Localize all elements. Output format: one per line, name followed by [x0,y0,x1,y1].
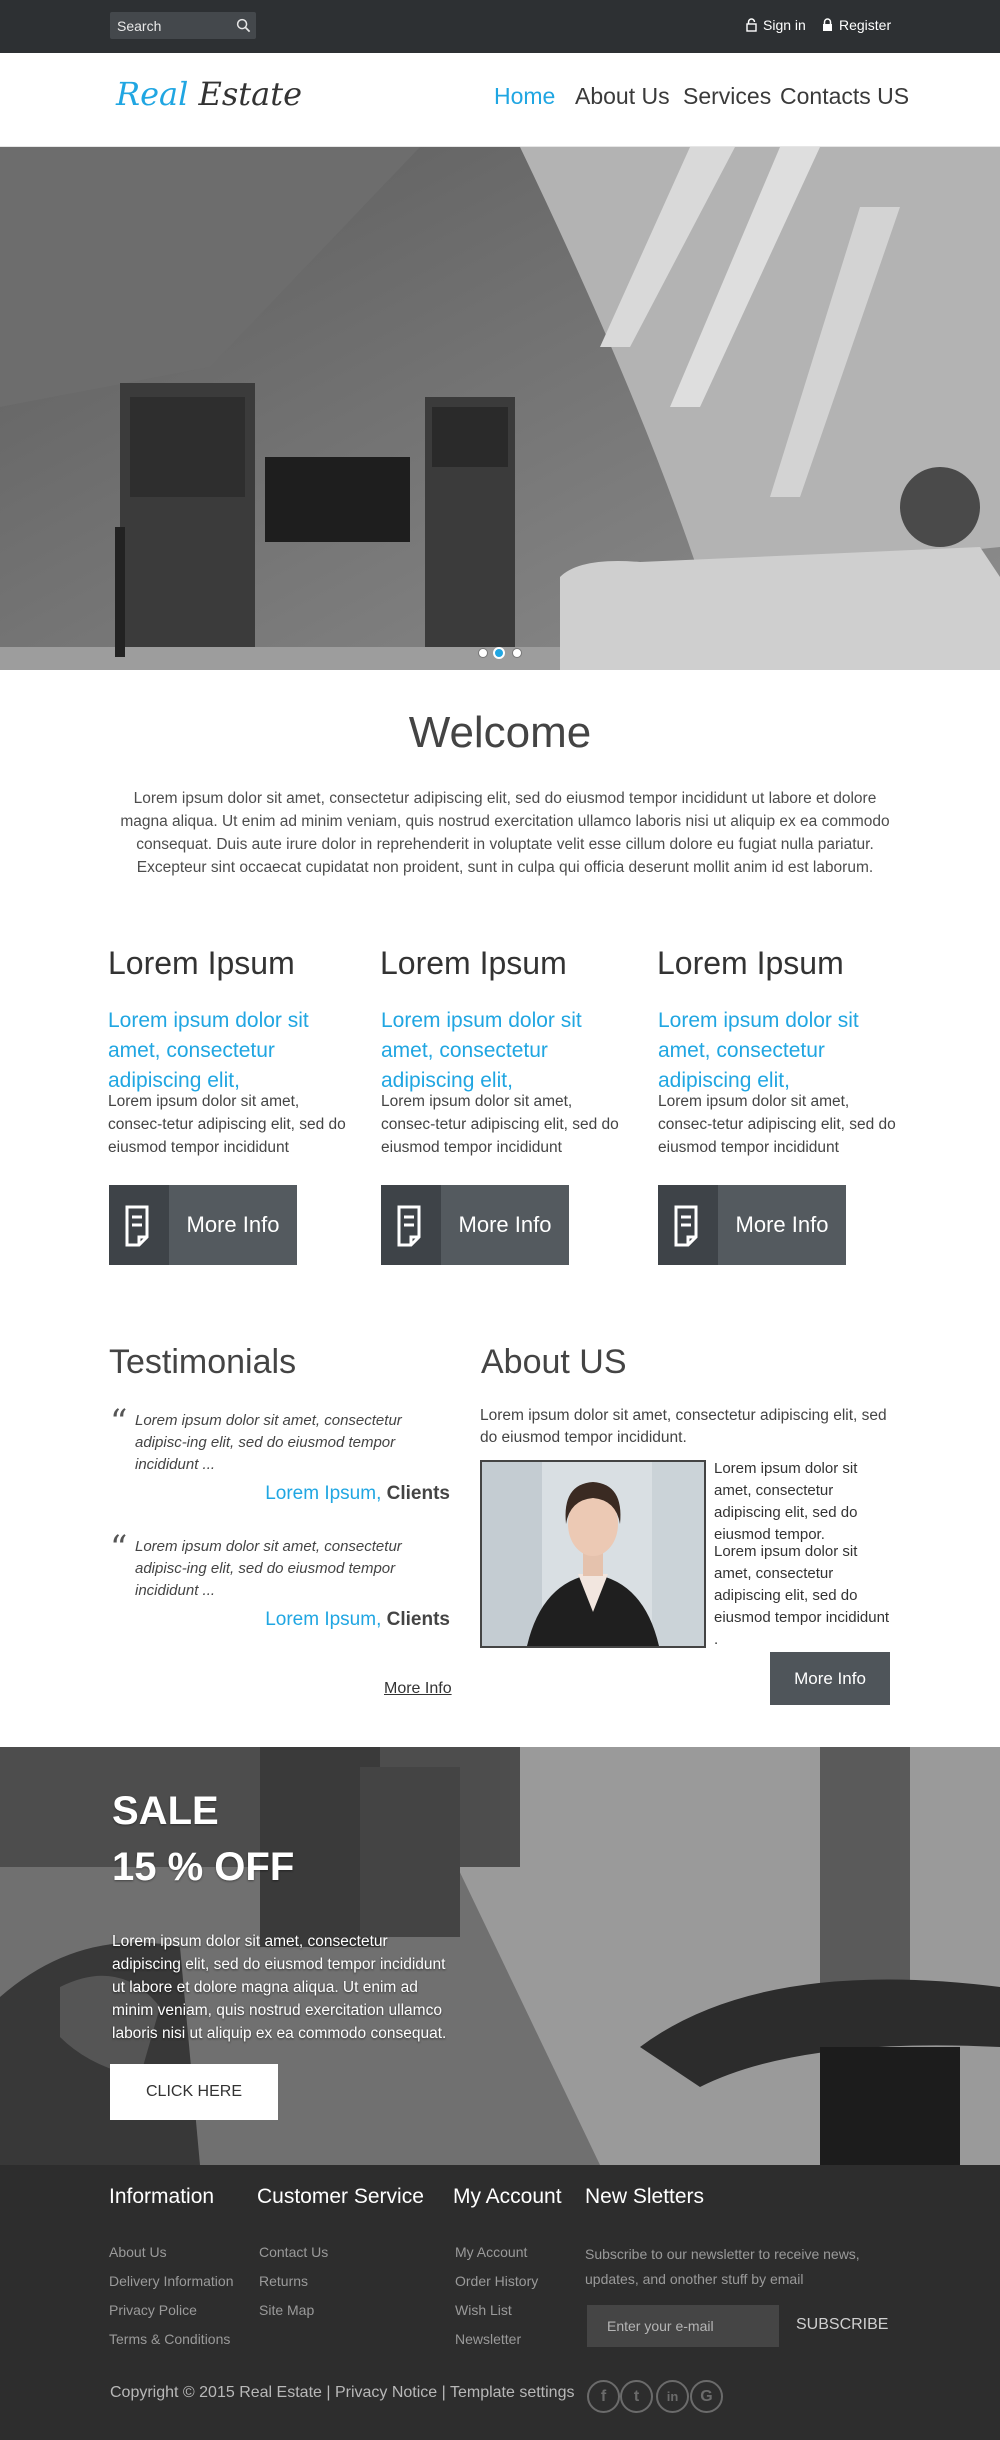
logo-part-1: Real [116,75,189,113]
copyright-bar: Copyright © 2015 Real Estate | Privacy N… [110,2384,575,2401]
column-text: Lorem ipsum dolor sit amet, consec-tetur… [658,1093,896,1156]
testimonial-quote: Lorem ipsum dolor sit amet, consectetur … [135,1412,402,1473]
column-title: Lorem Ipsum [657,945,844,981]
document-icon [397,1205,421,1247]
register-link[interactable]: Register [822,17,891,33]
document-icon [674,1205,698,1247]
signin-label: Sign in [763,17,806,33]
more-info-label: More Info [735,1212,829,1237]
footer-link[interactable]: Order History [455,2273,538,2289]
nav-about-us[interactable]: About Us [575,83,670,110]
facebook-icon[interactable]: f [587,2380,620,2413]
column-title: Lorem Ipsum [380,945,567,981]
about-more-info-button[interactable]: More Info [770,1652,890,1705]
footer-title-my-account: My Account [453,2185,562,2208]
search-input[interactable] [110,12,230,39]
footer-link[interactable]: Contact Us [259,2244,328,2260]
about-paragraph: Lorem ipsum dolor sit amet, consectetur … [714,1460,858,1543]
author-role: Clients [386,1483,450,1504]
footer-link[interactable]: Returns [259,2273,308,2289]
search-box[interactable] [110,12,256,39]
search-icon[interactable] [236,18,251,33]
nav-contacts-us[interactable]: Contacts US [780,83,909,110]
slider-dot-1[interactable] [478,648,488,658]
logo[interactable]: Real Estate [116,75,302,113]
quote-icon: “ [110,1402,128,1442]
newsletter-text: Subscribe to our newsletter to receive n… [585,2246,860,2287]
footer-title-newsletters: New Sletters [585,2185,705,2208]
welcome-title: Welcome [408,708,592,757]
document-icon [125,1205,149,1247]
email-input[interactable] [587,2305,779,2347]
more-info-button[interactable]: More Info [658,1185,846,1265]
sale-line-2: 15 % OFF [112,1845,295,1889]
hero-image [0,147,1000,670]
footer-link[interactable]: Newsletter [455,2331,521,2347]
column-subtitle: Lorem ipsum dolor sit amet, consectetur … [108,1009,309,1092]
logo-part-2: Estate [198,75,303,113]
testimonial-author: Lorem Ipsum, Clients [265,1609,450,1631]
more-info-button[interactable]: More Info [381,1185,569,1265]
sale-line-1: SALE [112,1789,219,1833]
signin-link[interactable]: Sign in [746,17,806,33]
subscribe-button[interactable]: SUBSCRIBE [796,2316,888,2334]
testimonials-title: Testimonials [109,1343,297,1381]
more-info-button[interactable]: More Info [109,1185,297,1265]
copyright-text: Copyright © 2015 Real Estate [110,2384,322,2401]
person-photo [482,1462,704,1646]
column-text: Lorem ipsum dolor sit amet, consec-tetur… [108,1093,346,1156]
author-name: Lorem Ipsum, [265,1609,382,1630]
author-name: Lorem Ipsum, [265,1483,382,1504]
register-label: Register [839,17,892,33]
footer-link[interactable]: Wish List [455,2302,512,2318]
hero-slider [0,147,1000,670]
author-role: Clients [386,1609,450,1630]
footer-link[interactable]: About Us [109,2244,167,2260]
footer-link[interactable]: Site Map [259,2302,314,2318]
lock-icon [746,18,757,32]
quote-icon: “ [110,1528,128,1568]
testimonials-more-link[interactable]: More Info [384,1680,452,1698]
about-title: About US [481,1343,627,1381]
lock-icon [823,18,832,31]
welcome-text: Lorem ipsum dolor sit amet, consectetur … [120,790,890,876]
click-here-button[interactable]: CLICK HERE [110,2064,278,2120]
testimonial-quote: Lorem ipsum dolor sit amet, consectetur … [135,1538,402,1599]
footer-title-customer-service: Customer Service [257,2185,424,2208]
column-subtitle: Lorem ipsum dolor sit amet, consectetur … [658,1009,859,1092]
nav-services[interactable]: Services [683,83,771,110]
slider-dot-2[interactable] [493,647,505,659]
more-info-label: More Info [186,1212,280,1237]
footer-link[interactable]: Delivery Information [109,2273,234,2289]
privacy-notice-link[interactable]: Privacy Notice [335,2384,437,2401]
slider-dot-3[interactable] [512,648,522,658]
column-title: Lorem Ipsum [108,945,295,981]
footer-link[interactable]: My Account [455,2244,527,2260]
footer-link[interactable]: Privacy Police [109,2302,197,2318]
about-photo [480,1460,706,1648]
sale-title: SALE 15 % OFF [112,1783,294,1895]
column-subtitle: Lorem ipsum dolor sit amet, consectetur … [381,1009,582,1092]
testimonial-author: Lorem Ipsum, Clients [265,1483,450,1505]
footer-link[interactable]: Terms & Conditions [109,2331,230,2347]
linkedin-icon[interactable]: in [656,2380,689,2413]
about-paragraph: Lorem ipsum dolor sit amet, consectetur … [714,1543,890,1648]
column-text: Lorem ipsum dolor sit amet, consec-tetur… [381,1093,619,1156]
nav-home[interactable]: Home [494,83,555,110]
twitter-icon[interactable]: t [620,2380,653,2413]
google-icon[interactable]: G [690,2380,723,2413]
footer-title-information: Information [109,2185,215,2208]
sale-text: Lorem ipsum dolor sit amet, consectetur … [112,1933,447,2042]
template-settings-link[interactable]: Template settings [450,2384,575,2401]
about-intro: Lorem ipsum dolor sit amet, consectetur … [480,1407,887,1446]
more-info-label: More Info [458,1212,552,1237]
header: Real Estate Home About Us Services Conta… [0,53,1000,147]
